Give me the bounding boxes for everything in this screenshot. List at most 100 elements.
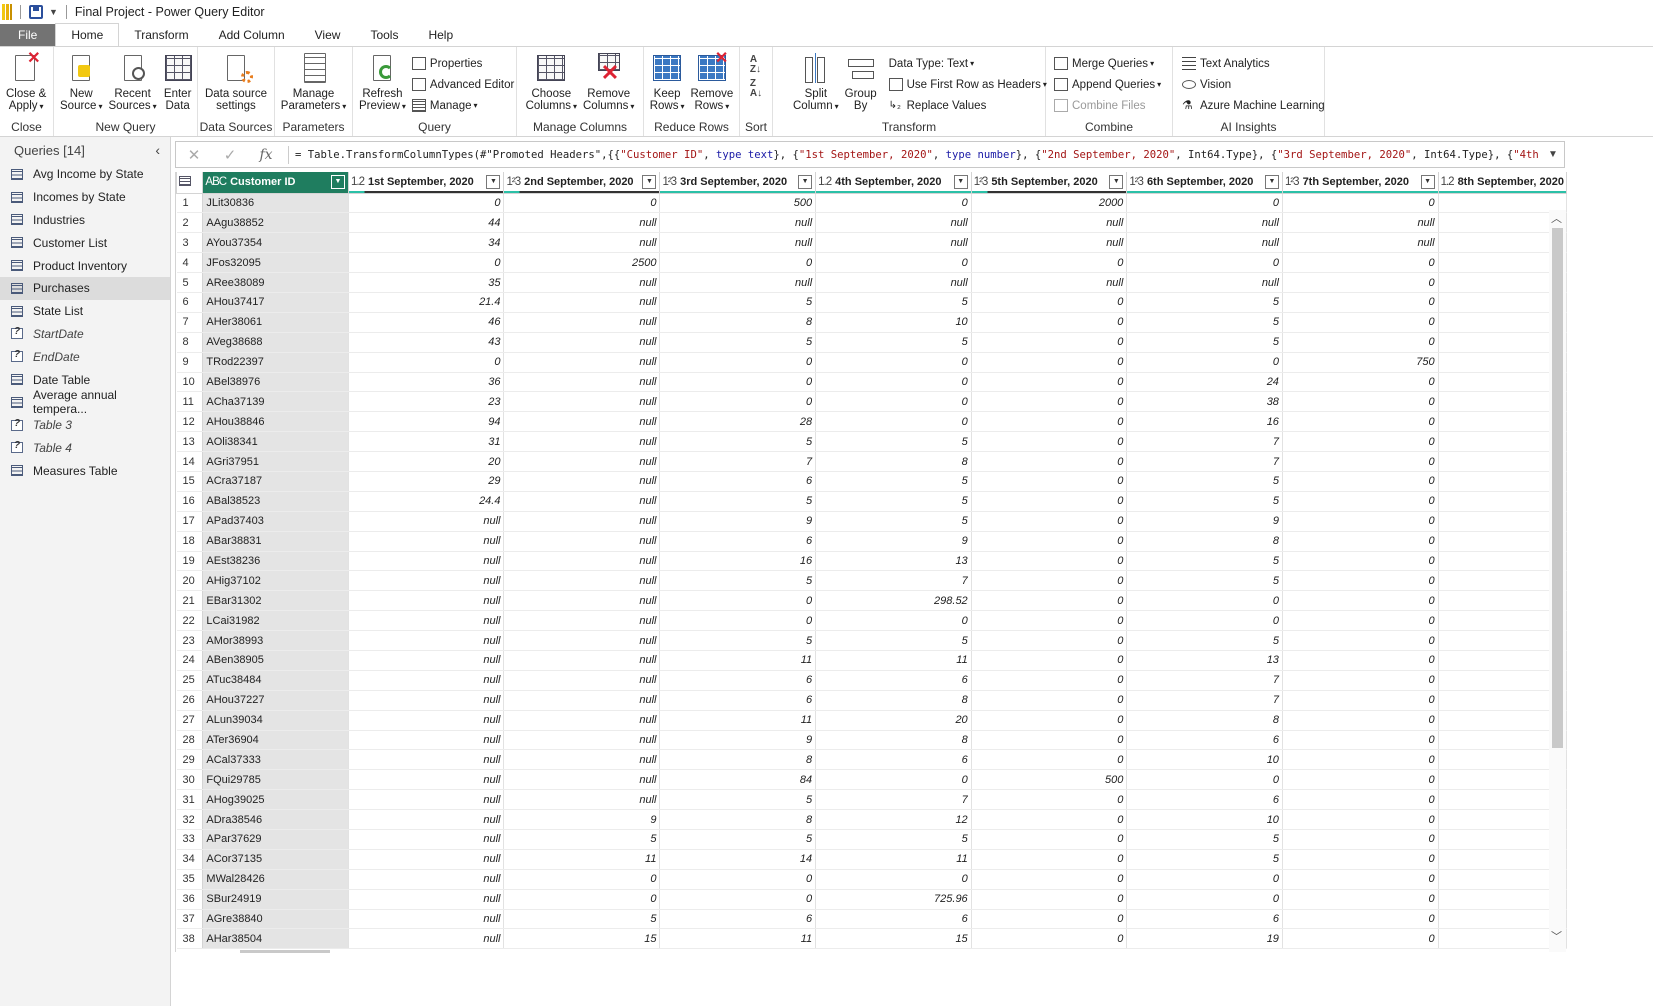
table-cell[interactable]: 7 xyxy=(815,570,972,592)
table-cell[interactable]: null xyxy=(1126,232,1283,254)
table-cell[interactable]: 0 xyxy=(1282,610,1439,632)
table-cell[interactable]: 14 xyxy=(659,849,817,870)
table-cell[interactable]: 5 xyxy=(815,471,972,492)
table-row[interactable]: 23 AMor38993 null null 5 5 0 5 0 xyxy=(176,630,1567,651)
table-cell[interactable]: 0 xyxy=(1282,849,1439,870)
table-cell[interactable] xyxy=(1438,769,1567,791)
table-cell[interactable]: 0 xyxy=(1282,471,1439,492)
table-cell[interactable]: 0 xyxy=(971,849,1128,870)
cancel-formula-icon[interactable]: ✕ xyxy=(176,146,212,164)
table-cell[interactable]: 5 xyxy=(503,829,661,850)
table-row[interactable]: 20 AHig37102 null null 5 7 0 5 0 xyxy=(176,570,1567,592)
table-cell[interactable]: 0 xyxy=(1282,252,1439,274)
table-cell[interactable]: 6 xyxy=(1126,730,1283,751)
table-cell[interactable]: 11 xyxy=(503,849,661,870)
table-cell[interactable] xyxy=(1438,789,1567,811)
table-cell[interactable]: 35 xyxy=(348,272,505,293)
customer-id-cell[interactable]: FQui29785 xyxy=(202,769,349,791)
table-cell[interactable]: null xyxy=(348,570,505,592)
table-row[interactable]: 1 JLit30836 0 0 500 0 2000 0 0 xyxy=(176,193,1567,214)
choose-columns-button[interactable]: Choose Columns ▾ xyxy=(523,51,580,113)
table-cell[interactable]: 0 xyxy=(971,451,1128,472)
customer-id-cell[interactable]: SBur24919 xyxy=(202,889,349,910)
column-type-icon[interactable]: 1²3 xyxy=(1129,176,1144,188)
query-item[interactable]: Purchases xyxy=(0,276,170,300)
table-cell[interactable]: null xyxy=(503,411,661,433)
table-cell[interactable] xyxy=(1438,471,1567,492)
table-cell[interactable]: 0 xyxy=(971,292,1128,313)
table-cell[interactable]: null xyxy=(348,630,505,651)
table-cell[interactable]: null xyxy=(503,391,661,413)
table-cell[interactable]: null xyxy=(971,212,1128,234)
vertical-scrollbar[interactable]: ︿ ﹀ xyxy=(1549,210,1566,952)
table-row[interactable]: 13 AOli38341 31 null 5 5 0 7 0 xyxy=(176,431,1567,453)
table-cell[interactable]: null xyxy=(503,690,661,711)
column-type-icon[interactable]: 1.2 xyxy=(818,176,832,188)
customer-id-cell[interactable]: TRod22397 xyxy=(202,352,349,373)
table-cell[interactable]: 46 xyxy=(348,312,505,333)
table-cell[interactable] xyxy=(1438,849,1567,870)
table-row[interactable]: 8 AVeg38688 43 null 5 5 0 5 0 xyxy=(176,332,1567,353)
table-cell[interactable]: 13 xyxy=(1126,650,1283,671)
query-item[interactable]: Product Inventory xyxy=(0,254,170,277)
table-cell[interactable]: 11 xyxy=(659,650,817,671)
customer-id-cell[interactable]: AHer38061 xyxy=(202,312,349,333)
table-cell[interactable]: 11 xyxy=(659,928,817,950)
table-row[interactable]: 32 ADra38546 null 9 8 12 0 10 0 xyxy=(176,809,1567,830)
table-cell[interactable] xyxy=(1438,730,1567,751)
table-cell[interactable]: 11 xyxy=(815,849,972,870)
table-cell[interactable]: 5 xyxy=(1126,292,1283,313)
table-row[interactable]: 16 ABal38523 24.4 null 5 5 0 5 0 xyxy=(176,491,1567,512)
table-cell[interactable]: 0 xyxy=(1282,292,1439,313)
table-cell[interactable]: null xyxy=(503,570,661,592)
table-cell[interactable]: null xyxy=(503,491,661,512)
table-cell[interactable] xyxy=(1438,749,1567,771)
column-header[interactable]: 1.2 8th September, 2020 xyxy=(1437,172,1567,194)
table-cell[interactable]: 0 xyxy=(1282,193,1439,214)
table-cell[interactable]: 7 xyxy=(1126,690,1283,711)
scroll-up-icon[interactable]: ︿ xyxy=(1551,210,1562,226)
table-cell[interactable]: 0 xyxy=(971,551,1128,572)
table-cell[interactable]: 0 xyxy=(348,352,505,373)
table-cell[interactable]: 0 xyxy=(971,491,1128,512)
table-cell[interactable]: 9 xyxy=(1126,511,1283,532)
table-cell[interactable]: null xyxy=(503,451,661,472)
table-cell[interactable] xyxy=(1438,511,1567,532)
table-cell[interactable] xyxy=(1438,292,1567,313)
table-cell[interactable]: null xyxy=(348,730,505,751)
customer-id-cell[interactable]: LCai31982 xyxy=(202,610,349,632)
table-cell[interactable]: null xyxy=(348,769,505,791)
table-cell[interactable] xyxy=(1438,670,1567,691)
table-cell[interactable]: 0 xyxy=(971,570,1128,592)
customer-id-cell[interactable]: AGri37951 xyxy=(202,451,349,472)
table-cell[interactable] xyxy=(1438,332,1567,353)
row-number[interactable]: 32 xyxy=(176,809,204,830)
customer-id-cell[interactable]: AHig37102 xyxy=(202,570,349,592)
table-cell[interactable]: 0 xyxy=(971,511,1128,532)
customer-id-cell[interactable]: ABel38976 xyxy=(202,372,349,393)
tab-file[interactable]: File xyxy=(0,24,56,46)
tab-help[interactable]: Help xyxy=(413,24,468,46)
row-number[interactable]: 15 xyxy=(176,471,204,492)
row-number[interactable]: 19 xyxy=(176,551,204,572)
customer-id-cell[interactable]: AHou37227 xyxy=(202,690,349,711)
row-number[interactable]: 10 xyxy=(176,372,204,393)
table-cell[interactable]: 8 xyxy=(659,749,817,771)
table-row[interactable]: 36 SBur24919 null 0 0 725.96 0 0 0 xyxy=(176,889,1567,910)
table-cell[interactable]: 0 xyxy=(1282,570,1439,592)
customer-id-cell[interactable]: JFos32095 xyxy=(202,252,349,274)
scroll-down-icon[interactable]: ﹀ xyxy=(1551,928,1562,944)
table-cell[interactable]: 5 xyxy=(815,332,972,353)
properties-button[interactable]: Properties xyxy=(409,53,517,74)
table-cell[interactable] xyxy=(1438,570,1567,592)
table-row[interactable]: 31 AHog39025 null null 5 7 0 6 0 xyxy=(176,789,1567,811)
table-row[interactable]: 37 AGre38840 null 5 6 6 0 6 0 xyxy=(176,909,1567,930)
table-cell[interactable]: 0 xyxy=(1282,690,1439,711)
table-row[interactable]: 25 ATuc38484 null null 6 6 0 7 0 xyxy=(176,670,1567,691)
table-cell[interactable]: 5 xyxy=(659,829,817,850)
row-number[interactable]: 1 xyxy=(176,193,204,214)
customer-id-cell[interactable]: AHou38846 xyxy=(202,411,349,433)
table-cell[interactable]: 6 xyxy=(1126,909,1283,930)
table-row[interactable]: 5 ARee38089 35 null null null null null 0 xyxy=(176,272,1567,293)
keep-rows-button[interactable]: Keep Rows ▾ xyxy=(647,51,688,113)
